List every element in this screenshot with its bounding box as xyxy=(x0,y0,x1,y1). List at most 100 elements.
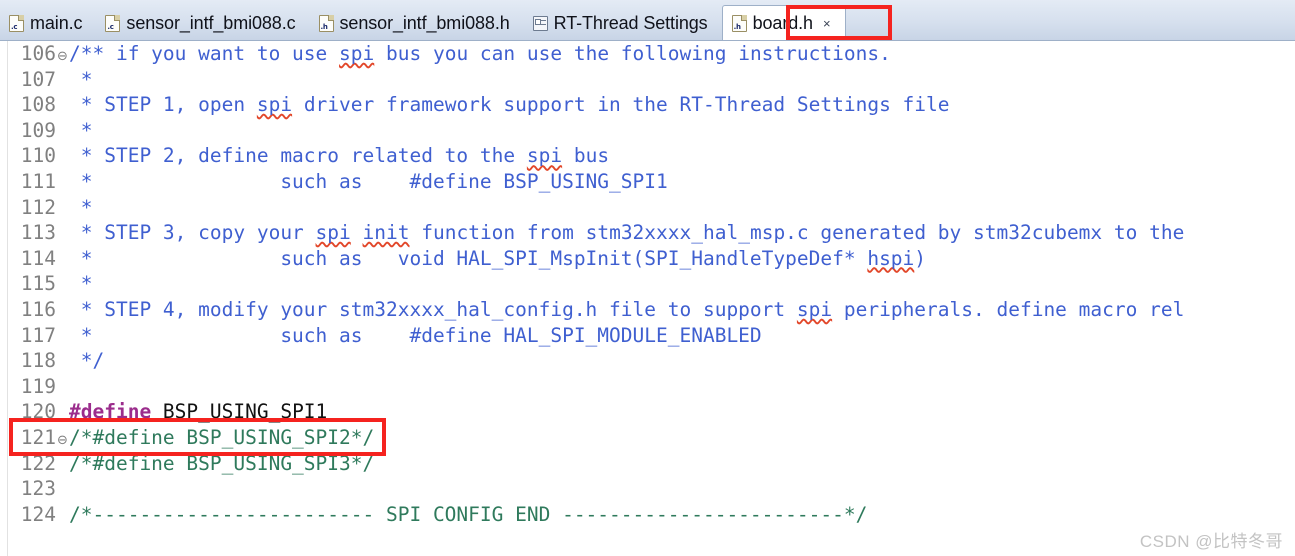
editor-tab-main-c[interactable]: .c main.c xyxy=(0,6,96,40)
code-line-text: * xyxy=(69,195,1295,221)
line-number: 113 xyxy=(20,221,56,245)
h-file-icon: .h xyxy=(731,14,747,32)
code-line[interactable]: 121 ⊖/*#define BSP_USING_SPI2*/ xyxy=(0,425,1295,451)
code-line[interactable]: 119 xyxy=(0,374,1295,400)
line-number: 108 xyxy=(20,93,56,117)
code-token: /*#define BSP_USING_SPI3*/ xyxy=(69,451,375,475)
code-line-text: * STEP 4, modify your stm32xxxx_hal_conf… xyxy=(69,297,1295,323)
code-line-text: * STEP 2, define macro related to the sp… xyxy=(69,143,1295,169)
code-line[interactable]: 109 * xyxy=(0,118,1295,144)
code-token: /*------------------------ SPI CONFIG EN… xyxy=(69,502,868,526)
code-token: #define xyxy=(69,400,152,424)
code-token: /** if you want to use xyxy=(69,42,340,65)
code-line[interactable]: 122 /*#define BSP_USING_SPI3*/ xyxy=(0,451,1295,477)
editor-tab-sensor-intf-bmi088-c[interactable]: .c sensor_intf_bmi088.c xyxy=(96,6,309,40)
code-line[interactable]: 123 xyxy=(0,476,1295,502)
code-line[interactable]: 120 #define BSP_USING_SPI1 xyxy=(0,399,1295,425)
close-icon[interactable]: × xyxy=(823,17,831,30)
line-number: 118 xyxy=(20,349,56,373)
code-token: */ xyxy=(69,349,105,373)
code-line[interactable]: 115 * xyxy=(0,271,1295,297)
code-line[interactable]: 108 * STEP 1, open spi driver framework … xyxy=(0,92,1295,118)
code-line-text: #define BSP_USING_SPI1 xyxy=(69,399,1295,425)
code-line[interactable]: 110 * STEP 2, define macro related to th… xyxy=(0,143,1295,169)
code-lines: 106 ⊖/** if you want to use spi bus you c… xyxy=(0,41,1295,527)
code-line-text: * xyxy=(69,118,1295,144)
code-line-text: * such as #define HAL_SPI_MODULE_ENABLED xyxy=(69,323,1295,349)
line-number: 122 xyxy=(20,451,56,475)
code-line[interactable]: 111 * such as #define BSP_USING_SPI1 xyxy=(0,169,1295,195)
file-icon-ext-label: .c xyxy=(11,22,18,31)
file-icon-ext-label: .c xyxy=(107,22,114,31)
fold-collapse-icon[interactable]: ⊖ xyxy=(56,44,69,70)
file-icon-ext-label: .h xyxy=(320,22,328,31)
line-number: 109 xyxy=(20,118,56,142)
line-number: 107 xyxy=(20,67,56,91)
code-line[interactable]: 106 ⊖/** if you want to use spi bus you c… xyxy=(0,41,1295,67)
line-number: 123 xyxy=(20,477,56,501)
fold-collapse-icon[interactable]: ⊖ xyxy=(56,428,69,454)
code-line-text: * xyxy=(69,67,1295,93)
line-number: 110 xyxy=(20,144,56,168)
code-token: bus you can use the following instructio… xyxy=(374,42,891,65)
editor-tab-sensor-intf-bmi088-h[interactable]: .h sensor_intf_bmi088.h xyxy=(310,6,524,40)
code-token: spi xyxy=(339,42,375,65)
code-token: peripherals. define macro rel xyxy=(832,297,1185,321)
code-token: * STEP 2, define macro related to the xyxy=(69,144,527,168)
code-line[interactable]: 117 * such as #define HAL_SPI_MODULE_ENA… xyxy=(0,323,1295,349)
code-line[interactable]: 114 * such as void HAL_SPI_MspInit(SPI_H… xyxy=(0,246,1295,272)
code-line-text: */ xyxy=(69,348,1295,374)
code-line[interactable]: 116 * STEP 4, modify your stm32xxxx_hal_… xyxy=(0,297,1295,323)
line-number: 114 xyxy=(20,246,56,270)
line-number: 111 xyxy=(20,169,56,193)
code-line[interactable]: 118 */ xyxy=(0,348,1295,374)
code-line[interactable]: 112 * xyxy=(0,195,1295,221)
line-number: 121 xyxy=(20,425,56,449)
file-icon-ext-label: .h xyxy=(733,22,741,31)
code-line-text: * xyxy=(69,271,1295,297)
code-token: spi xyxy=(256,93,293,117)
code-line[interactable]: 124 /*------------------------ SPI CONFIG… xyxy=(0,502,1295,528)
line-number: 124 xyxy=(20,502,56,526)
editor-tab-label: sensor_intf_bmi088.h xyxy=(339,13,510,33)
code-line-text: * such as #define BSP_USING_SPI1 xyxy=(69,169,1295,195)
code-line[interactable]: 113 * STEP 3, copy your spi init functio… xyxy=(0,220,1295,246)
code-token: spi xyxy=(315,221,351,245)
code-token: spi xyxy=(796,297,833,321)
line-number: 119 xyxy=(20,374,56,398)
c-file-icon: .c xyxy=(9,14,24,32)
code-line[interactable]: 107 * xyxy=(0,67,1295,93)
code-token: * STEP 1, open xyxy=(69,93,257,117)
code-token: driver framework support in the RT-Threa… xyxy=(292,93,950,117)
editor-tab-board-h[interactable]: .h board.h × xyxy=(721,5,846,40)
code-token: * xyxy=(69,67,93,91)
code-token: * such as void HAL_SPI_MspInit(SPI_Handl… xyxy=(69,246,868,270)
code-line-text: * STEP 3, copy your spi init function fr… xyxy=(69,220,1295,246)
code-token: * STEP 4, modify your stm32xxxx_hal_conf… xyxy=(69,297,797,321)
code-token: spi xyxy=(526,144,563,168)
editor-tab-rt-thread-settings[interactable]: RT-Thread Settings xyxy=(524,6,722,40)
code-token: init xyxy=(362,221,410,245)
ide-window: .c main.c .c sensor_intf_bmi088.c .h sensor_i… xyxy=(0,0,1295,556)
editor-tab-label: sensor_intf_bmi088.c xyxy=(126,13,296,33)
editor-tab-bar: .c main.c .c sensor_intf_bmi088.c .h sensor_i… xyxy=(0,0,1295,41)
code-line-text: /** if you want to use spi bus you can u… xyxy=(69,41,1295,67)
editor-tab-label: board.h xyxy=(752,13,813,33)
code-line-text: * STEP 1, open spi driver framework supp… xyxy=(69,92,1295,118)
h-file-icon: .h xyxy=(318,14,334,32)
code-token: bus xyxy=(562,144,610,168)
code-editor[interactable]: 106 ⊖/** if you want to use spi bus you c… xyxy=(0,41,1295,556)
settings-icon xyxy=(532,15,548,31)
code-line-text: /*#define BSP_USING_SPI2*/ xyxy=(69,425,1295,451)
code-token: * xyxy=(69,195,93,219)
code-token: BSP_USING_SPI1 xyxy=(151,400,328,424)
code-token: * STEP 3, copy your xyxy=(69,221,316,245)
code-token: function from stm32xxxx_hal_msp.c genera… xyxy=(409,221,1185,245)
code-token: hspi xyxy=(867,246,915,270)
line-number: 106 xyxy=(20,42,56,65)
line-number: 115 xyxy=(20,272,56,296)
code-token: * such as #define BSP_USING_SPI1 xyxy=(69,169,668,193)
editor-tab-label: RT-Thread Settings xyxy=(553,13,708,33)
code-token: * xyxy=(69,118,93,142)
